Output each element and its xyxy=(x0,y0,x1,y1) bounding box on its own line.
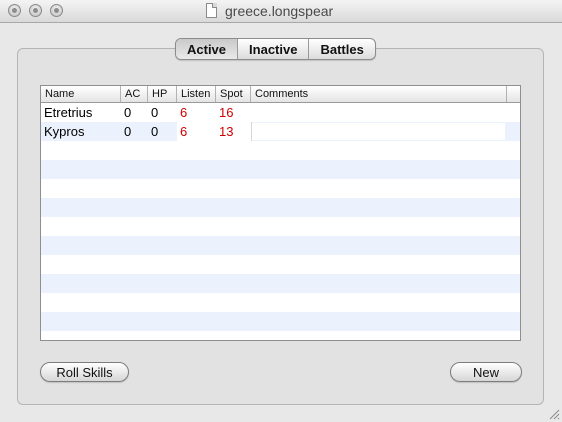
tab-inactive[interactable]: Inactive xyxy=(238,39,310,59)
tab-bar: Active Inactive Battles xyxy=(175,38,376,60)
column-header-name[interactable]: Name xyxy=(41,86,121,102)
column-header-listen[interactable]: Listen xyxy=(177,86,216,102)
zoom-window-icon[interactable] xyxy=(50,4,63,17)
cell-name[interactable]: Kypros xyxy=(41,122,121,141)
table-row-empty xyxy=(41,141,520,160)
table-row-empty xyxy=(41,236,520,255)
column-header-ac[interactable]: AC xyxy=(121,86,148,102)
cell-name[interactable]: Etretrius xyxy=(41,103,121,122)
table-row[interactable]: Kypros 0 0 6 13 xyxy=(41,122,520,141)
cell-hp[interactable]: 0 xyxy=(148,103,177,122)
table-row-empty xyxy=(41,274,520,293)
cell-spot[interactable]: 13 xyxy=(216,122,251,141)
table-row-empty xyxy=(41,255,520,274)
table-row-empty xyxy=(41,293,520,312)
characters-table[interactable]: Name AC HP Listen Spot Comments Etretriu… xyxy=(40,85,521,341)
cell-ac[interactable]: 0 xyxy=(121,122,148,141)
cell-comments[interactable] xyxy=(251,103,507,122)
column-header-spot[interactable]: Spot xyxy=(216,86,251,102)
table-row-empty xyxy=(41,160,520,179)
cell-comments[interactable] xyxy=(252,122,505,141)
column-header-comments[interactable]: Comments xyxy=(251,86,507,102)
cell-hp[interactable]: 0 xyxy=(148,122,177,141)
table-row-empty xyxy=(41,331,520,340)
table-header: Name AC HP Listen Spot Comments xyxy=(41,86,520,103)
window-title: greece.longspear xyxy=(225,3,334,19)
minimize-window-icon[interactable] xyxy=(29,4,42,17)
table-row[interactable]: Etretrius 0 0 6 16 xyxy=(41,103,520,122)
close-window-icon[interactable] xyxy=(8,4,21,17)
table-row-empty xyxy=(41,198,520,217)
column-header-hp[interactable]: HP xyxy=(148,86,177,102)
table-row-empty xyxy=(41,217,520,236)
table-row-empty xyxy=(41,179,520,198)
column-header-corner xyxy=(507,86,520,102)
tab-battles[interactable]: Battles xyxy=(309,39,374,59)
cell-ac[interactable]: 0 xyxy=(121,103,148,122)
window-titlebar: greece.longspear xyxy=(0,0,562,23)
table-row-empty xyxy=(41,312,520,331)
resize-grip-icon[interactable] xyxy=(548,408,560,420)
table-rows: Etretrius 0 0 6 16 Kypros 0 0 6 13 xyxy=(41,103,520,340)
cell-listen[interactable]: 6 xyxy=(177,122,216,141)
cell-spot[interactable]: 16 xyxy=(216,103,251,122)
tab-active[interactable]: Active xyxy=(176,39,239,59)
document-icon xyxy=(206,3,217,18)
roll-skills-button[interactable]: Roll Skills xyxy=(40,362,129,382)
new-button[interactable]: New xyxy=(450,362,522,382)
cell-listen[interactable]: 6 xyxy=(177,103,216,122)
